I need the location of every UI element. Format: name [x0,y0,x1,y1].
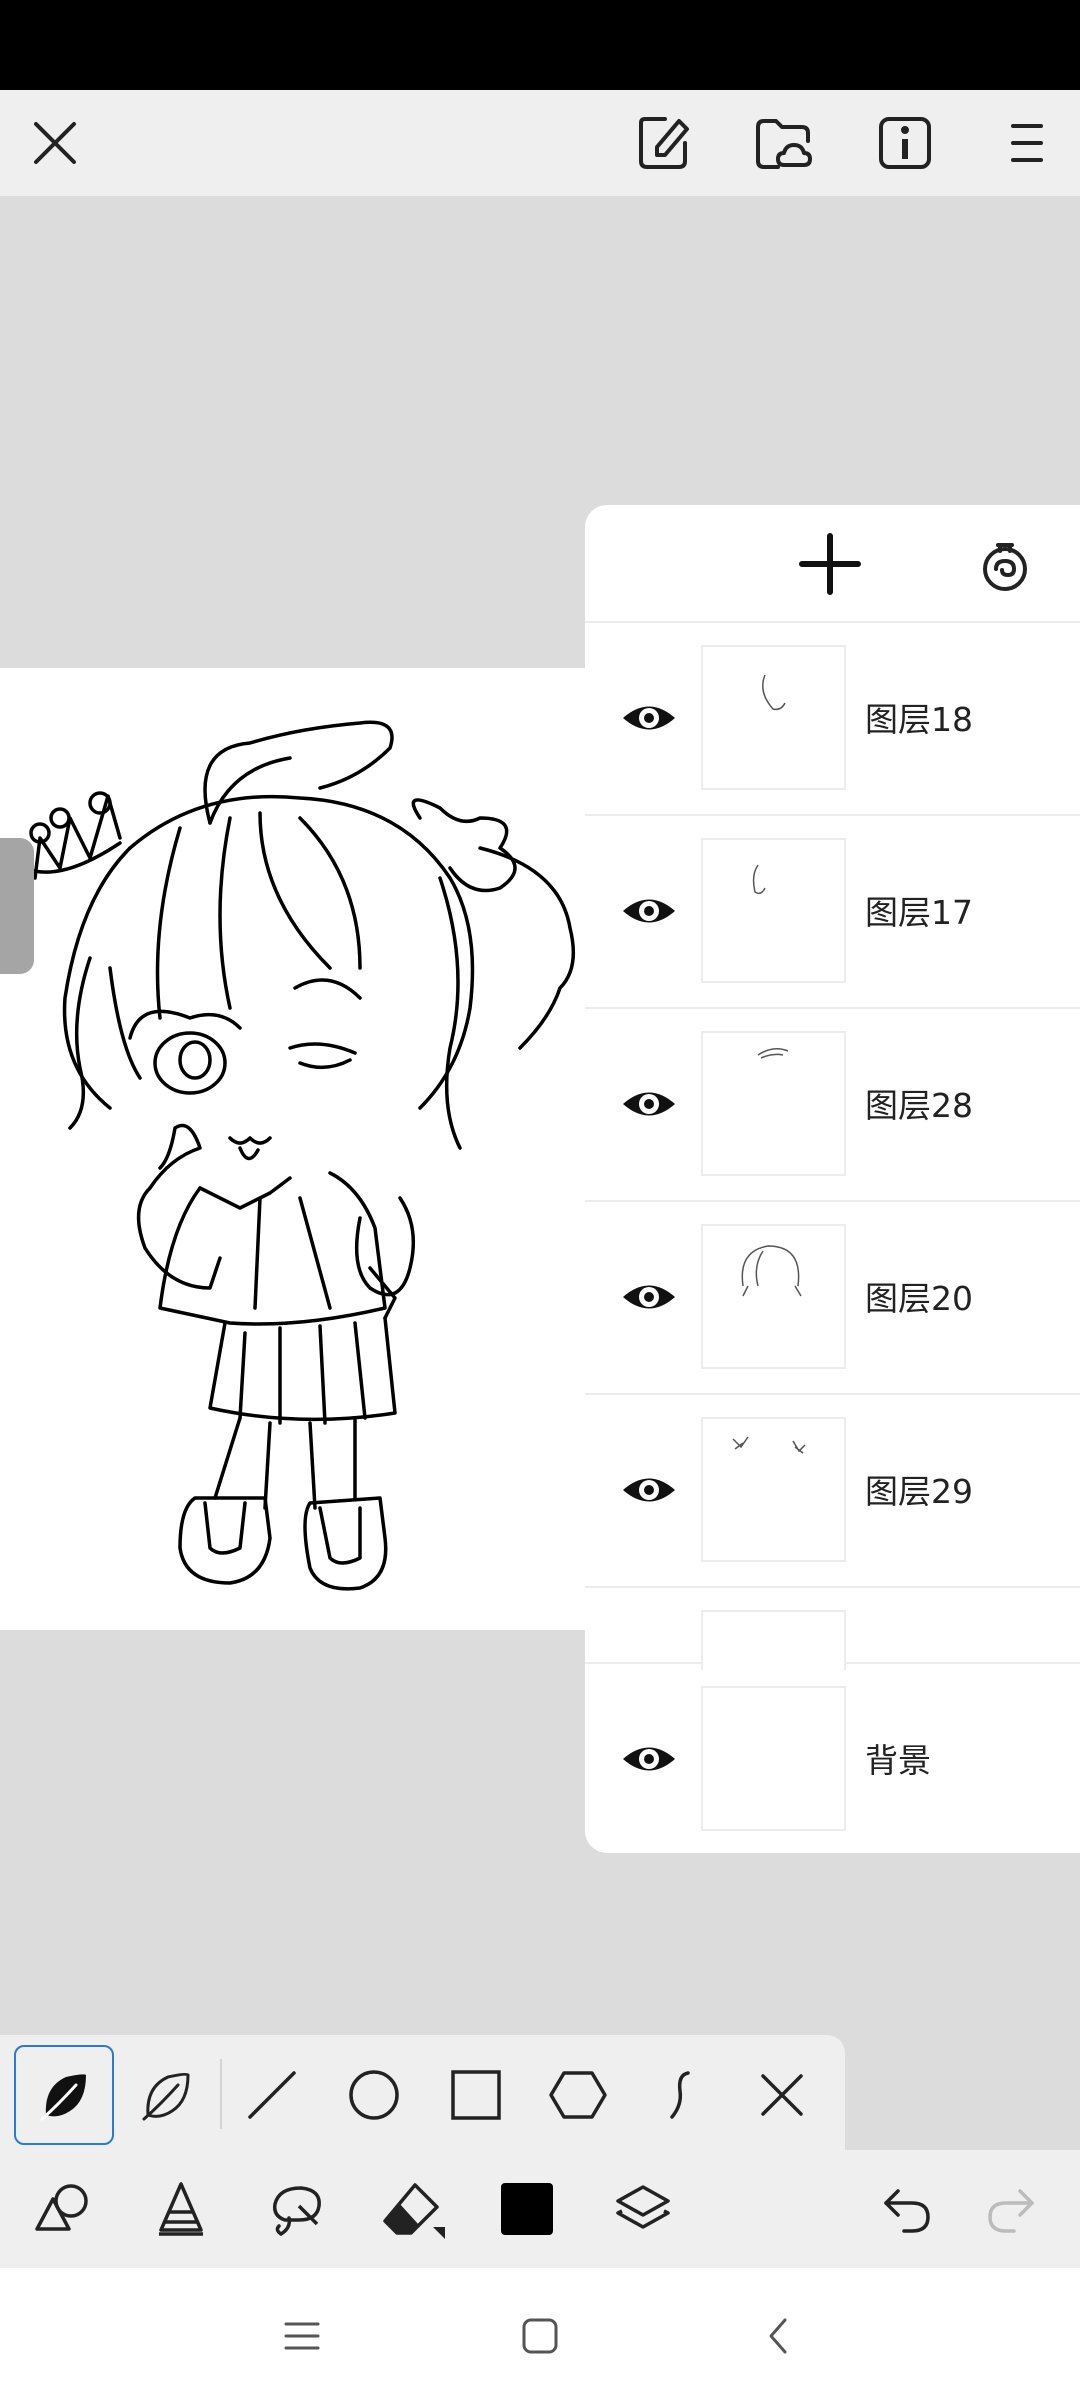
color-swatch [501,2183,553,2235]
visibility-toggle[interactable] [619,1734,679,1784]
add-icon [799,533,861,595]
lasso-icon [272,2186,321,2236]
visibility-toggle[interactable] [619,1079,679,1129]
drawing-canvas[interactable] [0,668,585,1630]
layer-thumbnail [701,1031,846,1176]
line-icon [248,2071,296,2119]
redo-icon [988,2189,1034,2233]
eye-icon [623,899,675,923]
visibility-toggle[interactable] [619,693,679,743]
rectangle-icon [451,2070,501,2120]
status-bar [0,0,1080,90]
home-icon [522,2318,558,2354]
home-button[interactable] [500,2296,580,2376]
layers-button[interactable] [593,2159,693,2259]
fill-stroke-brush-button[interactable] [14,2045,114,2145]
color-picker-button[interactable] [477,2159,577,2259]
eye-icon [623,1092,675,1116]
layer-row[interactable]: 图层18 [585,623,1080,816]
top-toolbar [0,90,1080,196]
undo-icon [884,2189,930,2233]
add-layer-button[interactable] [795,529,865,599]
visibility-toggle[interactable] [619,1465,679,1515]
layer-thumbnail [701,1224,846,1369]
shapes-icon [35,2184,88,2231]
side-drawer-handle[interactable] [0,838,34,974]
eye-icon [623,1747,675,1771]
layer-name: 图层18 [865,700,973,739]
layer-row[interactable]: 图层29 [585,1395,1080,1588]
lasso-tool-button[interactable] [247,2159,347,2259]
layer-thumbnail [701,838,846,983]
shapes-tool-button[interactable] [15,2159,115,2259]
eraser-tool-button[interactable] [363,2159,463,2259]
rectangle-tool-button[interactable] [426,2045,526,2145]
layers-panel-header [585,505,1080,623]
layer-name: 图层29 [865,1472,973,1511]
layer-settings-icon [983,543,1027,591]
main-toolbar [0,2150,1080,2268]
close-icon [34,122,76,164]
layer-row[interactable]: 图层28 [585,1009,1080,1202]
circle-tool-button[interactable] [324,2045,424,2145]
redo-button[interactable] [962,2159,1062,2259]
system-nav-bar [0,2268,1080,2400]
visibility-toggle[interactable] [619,886,679,936]
cloud-folder-button[interactable] [738,90,828,196]
cancel-icon [761,2074,803,2116]
layer-row-background[interactable]: 背景 [585,1664,1080,1853]
back-button[interactable] [738,2296,818,2376]
curve-tool-button[interactable] [630,2045,730,2145]
info-icon [879,117,931,169]
outline-stroke-brush-button[interactable] [116,2045,216,2145]
layer-thumbnail [701,1417,846,1562]
layers-icon [616,2185,670,2229]
close-button[interactable] [10,90,100,196]
circle-icon [349,2070,399,2120]
hexagon-icon [549,2071,607,2119]
undo-button[interactable] [856,2159,956,2259]
cone-icon [159,2182,203,2236]
edit-document-icon [639,117,689,169]
layers-panel: 图层18 图层17 图层28 图层20 图层29 背景 [585,505,1080,1853]
layer-row[interactable]: 图层17 [585,816,1080,1009]
menu-button[interactable] [982,90,1072,196]
cone-tool-button[interactable] [131,2159,231,2259]
layer-row[interactable]: 图层20 [585,1202,1080,1395]
recents-button[interactable] [262,2296,342,2376]
layer-thumbnail [701,1686,846,1831]
cloud-folder-icon [756,119,812,169]
visibility-toggle[interactable] [619,1272,679,1322]
layer-name: 背景 [865,1741,931,1780]
line-tool-button[interactable] [222,2045,322,2145]
recents-icon [284,2322,320,2350]
layer-thumbnail [701,1610,846,1670]
menu-icon [1011,124,1043,162]
layer-name: 图层17 [865,893,973,932]
polygon-tool-button[interactable] [528,2045,628,2145]
eraser-icon [383,2183,445,2239]
cancel-shape-button[interactable] [732,2045,832,2145]
layer-thumbnail [701,645,846,790]
info-button[interactable] [860,90,950,196]
eye-icon [623,1478,675,1502]
edit-document-button[interactable] [618,90,708,196]
layer-settings-button[interactable] [975,535,1035,595]
layer-row[interactable] [585,1588,1080,1670]
fill-stroke-brush-icon [40,2074,86,2121]
back-icon [769,2318,787,2354]
curve-icon [670,2071,690,2119]
eye-icon [623,1285,675,1309]
layer-name: 图层20 [865,1279,973,1318]
brush-shape-bar [0,2035,845,2150]
character-artwork [23,720,576,1591]
eye-icon [623,706,675,730]
outline-stroke-brush-icon [142,2072,190,2121]
layer-name: 图层28 [865,1086,973,1125]
